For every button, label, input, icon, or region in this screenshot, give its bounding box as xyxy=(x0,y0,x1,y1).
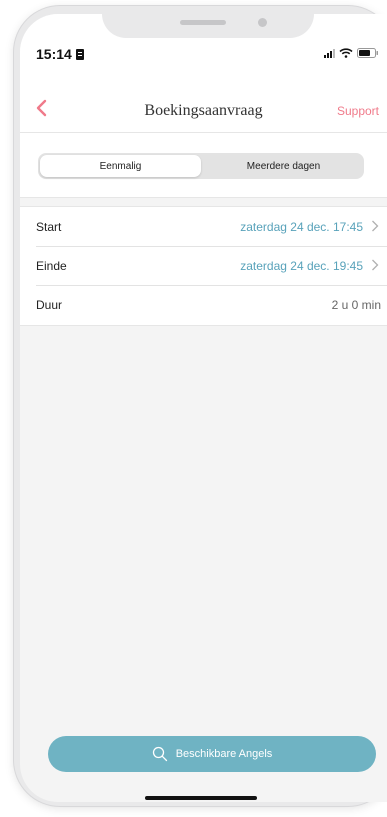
battery-icon xyxy=(357,48,379,58)
status-time: 15:14 xyxy=(36,46,84,62)
segment-single[interactable]: Eenmalig xyxy=(40,155,201,177)
available-angels-button[interactable]: Beschikbare Angels xyxy=(48,736,376,772)
start-value: zaterdag 24 dec. 17:45 xyxy=(240,219,363,234)
booking-details-list: Start zaterdag 24 dec. 17:45 Einde zater… xyxy=(20,206,387,326)
navigation-bar: Boekingsaanvraag Support xyxy=(20,76,387,137)
sim-card-icon xyxy=(75,48,84,60)
device-speaker xyxy=(180,20,226,25)
support-link[interactable]: Support xyxy=(337,104,379,118)
status-icons xyxy=(324,48,379,58)
booking-type-segmented-control: Eenmalig Meerdere dagen xyxy=(38,153,364,179)
wifi-icon xyxy=(339,48,353,58)
available-angels-label: Beschikbare Angels xyxy=(175,748,273,760)
booking-type-card: Eenmalig Meerdere dagen xyxy=(20,132,387,198)
start-label: Start xyxy=(36,219,62,234)
start-row[interactable]: Start zaterdag 24 dec. 17:45 xyxy=(20,207,387,246)
app-screen: 15:14 Boekingsaanvraag Support Eenmalig … xyxy=(20,14,387,802)
chevron-right-icon xyxy=(371,219,381,235)
duration-value: 2 u 0 min xyxy=(331,297,381,312)
end-value: zaterdag 24 dec. 19:45 xyxy=(240,258,363,273)
duration-label: Duur xyxy=(36,297,63,312)
end-label: Einde xyxy=(36,258,67,273)
signal-icon xyxy=(324,48,335,58)
search-icon xyxy=(152,746,167,762)
end-row[interactable]: Einde zaterdag 24 dec. 19:45 xyxy=(20,246,387,285)
segment-multiple-days[interactable]: Meerdere dagen xyxy=(203,153,364,179)
duration-row: Duur 2 u 0 min xyxy=(20,285,387,324)
status-time-text: 15:14 xyxy=(36,46,72,62)
home-indicator[interactable] xyxy=(145,796,257,800)
page-title: Boekingsaanvraag xyxy=(144,102,263,119)
device-camera xyxy=(258,18,267,27)
chevron-right-icon xyxy=(371,258,381,274)
